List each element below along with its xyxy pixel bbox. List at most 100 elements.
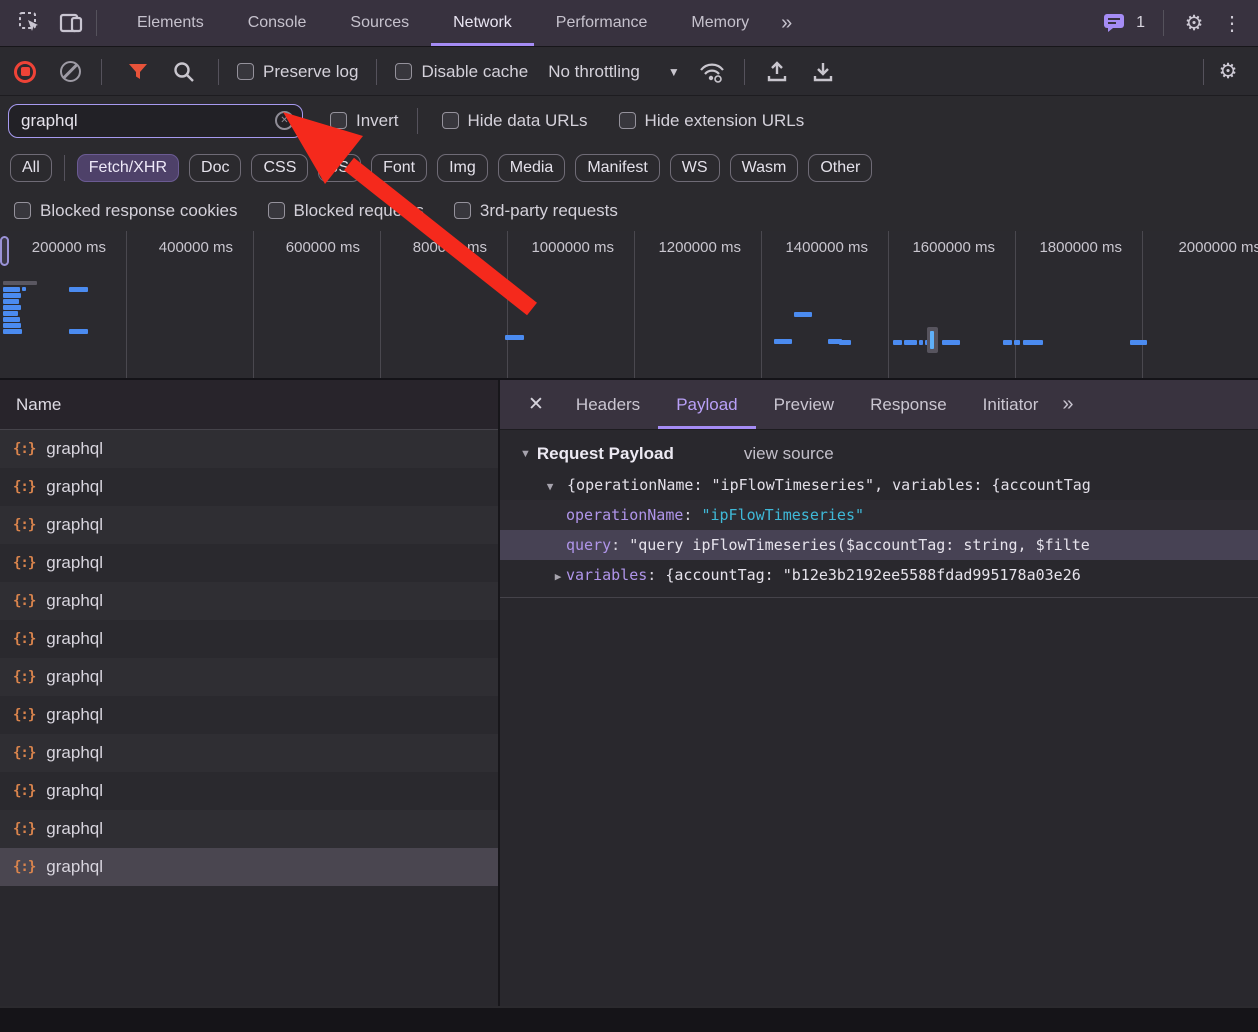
detail-tab-initiator[interactable]: Initiator — [965, 380, 1057, 429]
payload-row-query[interactable]: query: "query ipFlowTimeseries($accountT… — [500, 530, 1258, 560]
waterfall-bar[interactable] — [3, 293, 21, 298]
waterfall-bar[interactable] — [942, 340, 960, 345]
collapse-triangle-icon[interactable]: ▼ — [520, 448, 531, 460]
settings-gear-icon[interactable]: ⚙ — [1178, 7, 1210, 39]
hide-data-urls-checkbox[interactable] — [442, 112, 459, 129]
chip-fetchxhr[interactable]: Fetch/XHR — [77, 154, 179, 182]
request-row[interactable]: {:}graphql — [0, 772, 498, 810]
request-row[interactable]: {:}graphql — [0, 430, 498, 468]
waterfall-bar[interactable] — [904, 340, 917, 345]
network-conditions-icon[interactable] — [696, 56, 728, 88]
close-detail-icon[interactable]: ✕ — [514, 380, 558, 429]
payload-preview-line[interactable]: ▼ {operationName: "ipFlowTimeseries", va… — [500, 470, 1258, 500]
request-row[interactable]: {:}graphql — [0, 696, 498, 734]
expand-triangle-icon[interactable]: ▶ — [550, 562, 566, 590]
waterfall-bar[interactable] — [3, 299, 19, 304]
tab-elements[interactable]: Elements — [115, 0, 226, 46]
waterfall-bar[interactable] — [69, 329, 88, 334]
collapse-triangle-icon[interactable]: ▼ — [542, 472, 558, 500]
waterfall-bar[interactable] — [22, 287, 26, 291]
waterfall-bar[interactable] — [3, 281, 37, 285]
disable-cache-checkbox[interactable] — [395, 63, 412, 80]
hide-extension-urls-checkbox-group[interactable]: Hide extension URLs — [619, 111, 805, 131]
preserve-log-checkbox[interactable] — [237, 63, 254, 80]
checkbox[interactable] — [268, 202, 285, 219]
request-row[interactable]: {:}graphql — [0, 848, 498, 886]
chip-media[interactable]: Media — [498, 154, 566, 182]
detail-tab-preview[interactable]: Preview — [756, 380, 852, 429]
hide-extension-urls-checkbox[interactable] — [619, 112, 636, 129]
network-overview[interactable]: 200000 ms400000 ms600000 ms800000 ms1000… — [0, 231, 1258, 380]
waterfall-bar[interactable] — [3, 311, 18, 316]
view-source-link[interactable]: view source — [744, 444, 834, 464]
preserve-log-checkbox-group[interactable]: Preserve log — [237, 62, 358, 82]
waterfall-bar[interactable] — [794, 312, 812, 317]
request-row[interactable]: {:}graphql — [0, 468, 498, 506]
chip-img[interactable]: Img — [437, 154, 488, 182]
checkbox[interactable] — [14, 202, 31, 219]
network-settings-gear-icon[interactable]: ⚙ — [1212, 56, 1244, 88]
waterfall-bar[interactable] — [3, 305, 21, 310]
blocked-requests-checkbox-group[interactable]: Blocked requests — [268, 201, 424, 221]
chip-ws[interactable]: WS — [670, 154, 720, 182]
waterfall-bar[interactable] — [69, 287, 88, 292]
payload-row-variables[interactable]: ▶variables: {accountTag: "b12e3b2192ee55… — [500, 560, 1258, 590]
chip-manifest[interactable]: Manifest — [575, 154, 659, 182]
overview-scroll-handle[interactable] — [0, 236, 9, 266]
request-row[interactable]: {:}graphql — [0, 620, 498, 658]
request-row[interactable]: {:}graphql — [0, 582, 498, 620]
disable-cache-checkbox-group[interactable]: Disable cache — [395, 62, 528, 82]
clear-filter-icon[interactable]: ✕ — [275, 111, 294, 130]
waterfall-bar[interactable] — [3, 317, 20, 322]
inspect-element-icon[interactable] — [14, 7, 46, 39]
waterfall-bar[interactable] — [839, 340, 851, 345]
kebab-menu-icon[interactable]: ⋮ — [1216, 7, 1248, 39]
waterfall-bar[interactable] — [505, 335, 524, 340]
waterfall-bar[interactable] — [893, 340, 902, 345]
search-icon[interactable] — [168, 56, 200, 88]
tab-memory[interactable]: Memory — [669, 0, 771, 46]
request-row[interactable]: {:}graphql — [0, 658, 498, 696]
detail-tab-response[interactable]: Response — [852, 380, 965, 429]
blocked-response-cookies-checkbox-group[interactable]: Blocked response cookies — [14, 201, 238, 221]
request-row[interactable]: {:}graphql — [0, 544, 498, 582]
waterfall-bar[interactable] — [1003, 340, 1012, 345]
detail-more-tabs-chevron-icon[interactable]: » — [1062, 393, 1073, 416]
throttling-dropdown[interactable]: No throttling ▼ — [548, 62, 680, 82]
issues-message-icon[interactable] — [1098, 7, 1130, 39]
waterfall-bar[interactable] — [3, 329, 22, 334]
filter-funnel-icon[interactable] — [122, 56, 154, 88]
request-row[interactable]: {:}graphql — [0, 734, 498, 772]
record-network-log-button[interactable] — [14, 61, 36, 83]
more-tabs-chevron-icon[interactable]: » — [771, 0, 802, 46]
filter-input[interactable] — [21, 111, 275, 131]
detail-tab-headers[interactable]: Headers — [558, 380, 658, 429]
waterfall-bar[interactable] — [1014, 340, 1020, 345]
request-row[interactable]: {:}graphql — [0, 810, 498, 848]
detail-tab-payload[interactable]: Payload — [658, 380, 755, 429]
import-har-icon[interactable] — [761, 56, 793, 88]
waterfall-bar[interactable] — [774, 339, 792, 344]
chip-all[interactable]: All — [10, 154, 52, 182]
payload-row-operationName[interactable]: operationName: "ipFlowTimeseries" — [500, 500, 1258, 530]
waterfall-bar[interactable] — [3, 323, 21, 328]
waterfall-bar[interactable] — [919, 340, 923, 345]
request-row[interactable]: {:}graphql — [0, 506, 498, 544]
clear-network-log-icon[interactable] — [60, 61, 81, 82]
device-toolbar-icon[interactable] — [56, 7, 88, 39]
invert-checkbox[interactable] — [330, 112, 347, 129]
waterfall-bar[interactable] — [1130, 340, 1147, 345]
name-column-header[interactable]: Name — [0, 380, 498, 430]
chip-wasm[interactable]: Wasm — [730, 154, 799, 182]
checkbox[interactable] — [454, 202, 471, 219]
hide-data-urls-checkbox-group[interactable]: Hide data URLs — [442, 111, 588, 131]
invert-checkbox-group[interactable]: Invert — [330, 111, 399, 131]
chip-css[interactable]: CSS — [251, 154, 308, 182]
tab-network[interactable]: Network — [431, 0, 534, 46]
chip-js[interactable]: JS — [318, 154, 361, 182]
tab-console[interactable]: Console — [226, 0, 329, 46]
filter-input-box[interactable]: ✕ — [8, 104, 303, 138]
tab-performance[interactable]: Performance — [534, 0, 670, 46]
chip-doc[interactable]: Doc — [189, 154, 241, 182]
tab-sources[interactable]: Sources — [328, 0, 431, 46]
